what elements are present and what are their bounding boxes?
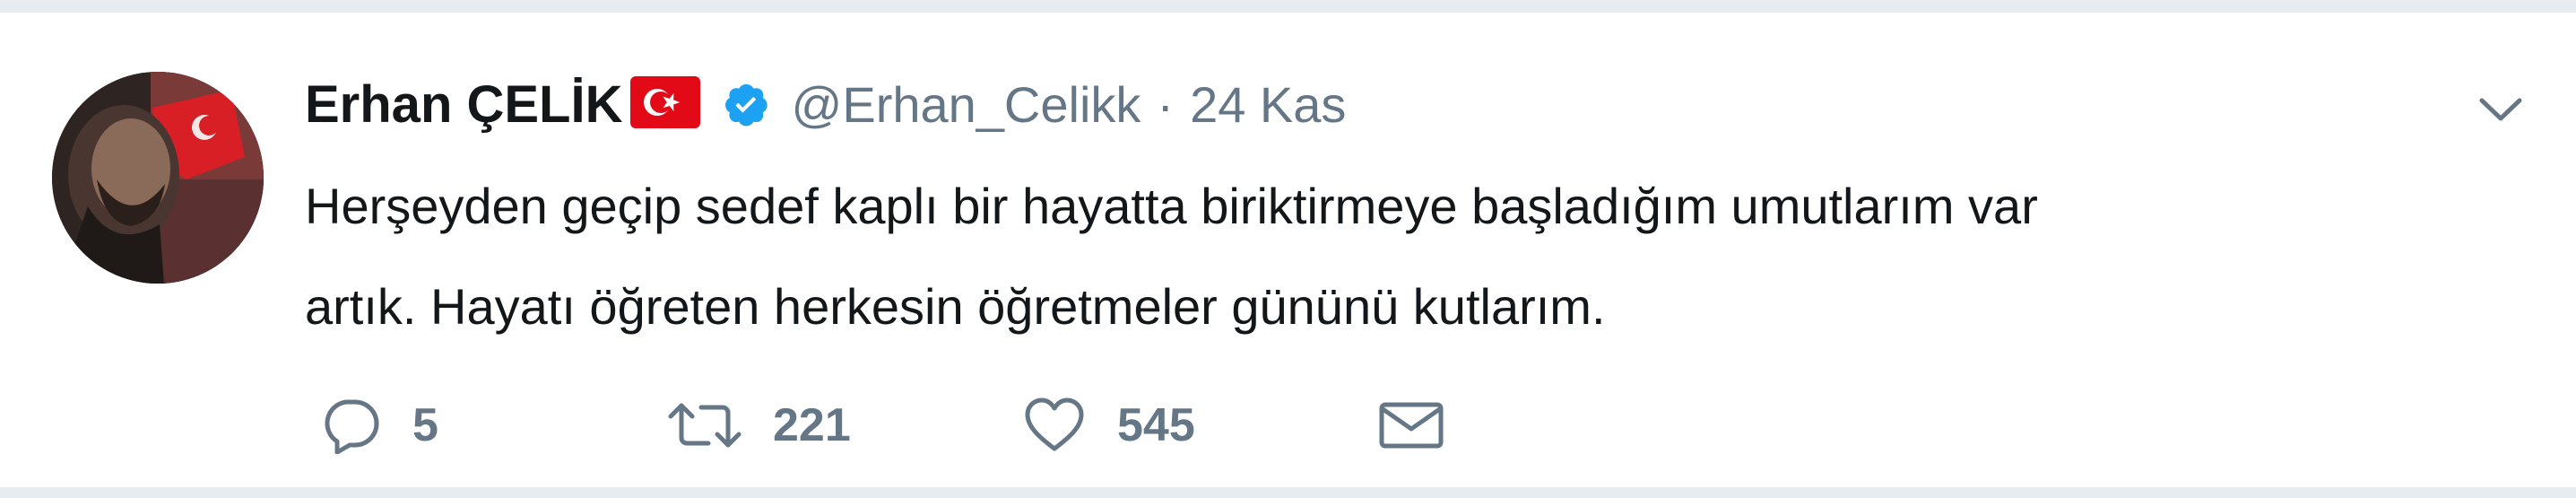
like-button[interactable]: 545 [1022,389,1195,461]
tweet-text: Herşeyden geçip sedef kaplı bir hayatta … [305,156,2475,357]
reply-button[interactable]: 5 [319,389,438,461]
turkey-flag-icon [629,76,700,128]
retweet-icon [667,397,742,454]
retweet-button[interactable]: 221 [667,389,851,461]
display-name[interactable]: Erhan ÇELİK [305,74,623,135]
verified-badge-icon [722,80,770,128]
avatar[interactable] [52,72,264,284]
page: Erhan ÇELİK @Erhan_Celikk · 24 Kas Herşe… [0,0,2576,498]
tweet-header: Erhan ÇELİK @Erhan_Celikk · 24 Kas [305,68,1346,140]
tweet-text-line: artık. Hayatı öğreten herkesin öğretmele… [305,278,1606,335]
tweet-date[interactable]: 24 Kas [1190,75,1346,134]
like-count: 545 [1117,399,1195,451]
envelope-icon [1377,398,1445,452]
tweet-card[interactable]: Erhan ÇELİK @Erhan_Celikk · 24 Kas Herşe… [0,13,2576,487]
chevron-down-icon[interactable] [2476,93,2525,126]
direct-message-button[interactable] [1377,389,1445,461]
tweet-text-line: Herşeyden geçip sedef kaplı bir hayatta … [305,178,2038,234]
top-divider [0,0,2576,13]
bottom-divider [0,487,2576,498]
reply-count: 5 [412,399,438,451]
header-separator: · [1157,75,1175,133]
reply-icon [319,397,382,454]
tweet-actions: 5 221 545 [305,389,1560,461]
retweet-count: 221 [773,399,851,451]
heart-icon [1022,397,1087,454]
user-handle[interactable]: @Erhan_Celikk [792,75,1141,134]
